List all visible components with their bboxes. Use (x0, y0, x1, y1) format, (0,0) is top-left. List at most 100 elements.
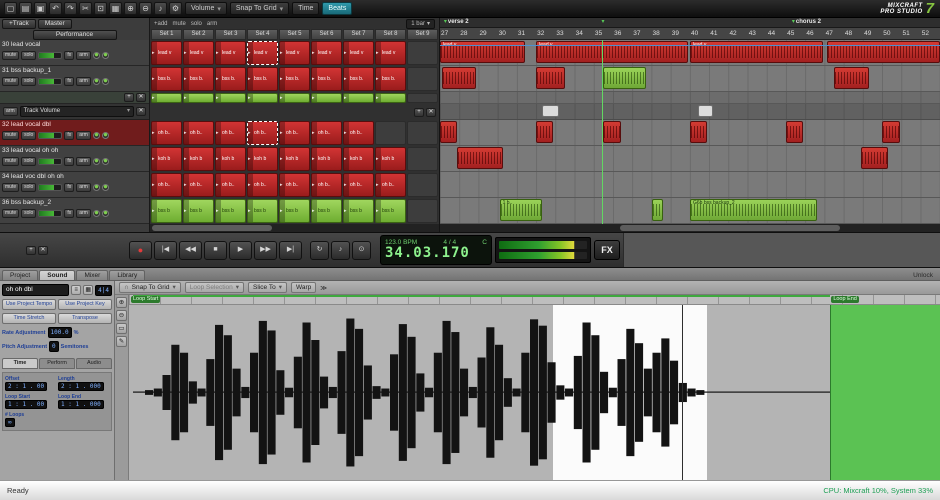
trim-knob[interactable] (102, 132, 109, 139)
metronome-button[interactable]: ♪ (331, 241, 350, 260)
grid-scrollbar[interactable] (150, 224, 439, 232)
grid-clip[interactable]: ▸ (247, 93, 278, 103)
grid-clip[interactable]: ▸ (279, 93, 310, 103)
arm-button[interactable]: arm (76, 77, 91, 86)
transpose-button[interactable]: Transpose (58, 313, 112, 324)
timeline-clip[interactable] (457, 147, 503, 169)
arm-button[interactable]: arm (76, 51, 91, 60)
timeline-clip[interactable] (882, 121, 899, 143)
grid-clip[interactable]: ▸oh b.. (311, 173, 342, 197)
play-button[interactable]: ▶ (229, 241, 252, 260)
timeline-clip[interactable] (652, 199, 664, 221)
mute-button[interactable]: mute (2, 77, 19, 86)
automation-param-dropdown[interactable]: Track Volume▾ (20, 106, 134, 117)
list-view-icon[interactable]: ≡ (71, 285, 81, 295)
volume-dropdown[interactable]: Volume▾ (185, 2, 227, 15)
close-lane-button[interactable]: ✕ (136, 93, 146, 102)
settings-icon[interactable]: ⚙ (169, 2, 182, 15)
stop-button[interactable]: ■ (204, 241, 227, 260)
more-tools-chevrons[interactable]: ≫ (320, 284, 327, 292)
fast-forward-button[interactable]: ▶▶ (254, 241, 277, 260)
bar-length-dropdown[interactable]: 1 bar▾ (406, 19, 435, 29)
grid-clip[interactable]: ▸ (183, 93, 214, 103)
set-column-header[interactable]: Set 9 (407, 29, 438, 40)
subtab-perform[interactable]: Perform (39, 358, 75, 369)
grid-clip[interactable]: ▸bss b (183, 199, 214, 223)
arm-button[interactable]: arm (76, 131, 91, 140)
mute-button[interactable]: mute (2, 183, 19, 192)
zoom-out-icon[interactable]: ⊖ (139, 2, 152, 15)
set-column-header[interactable]: Set 1 (151, 29, 182, 40)
solo-button[interactable]: solo (21, 157, 36, 166)
grid-clip[interactable]: ▸koh b (343, 147, 374, 171)
empty-clip-slot[interactable] (375, 121, 406, 145)
grid-clip[interactable]: ▸ (343, 93, 374, 103)
record-button[interactable]: ● (129, 241, 152, 260)
timeline-marker[interactable]: ▾ (602, 18, 605, 27)
tab-library[interactable]: Library (109, 270, 145, 280)
save-project-icon[interactable]: ▣ (34, 2, 47, 15)
field-loop-start-value[interactable]: 1 : 1 . 00 (5, 400, 47, 409)
empty-clip-slot[interactable] (407, 67, 438, 91)
empty-clip-slot[interactable] (407, 121, 438, 145)
track-header[interactable]: 31 bss backup_1 mute solo fx arm (0, 66, 149, 92)
zoom-in-icon[interactable]: ⊕ (124, 2, 137, 15)
timeline-clip[interactable]: G6b bss backup_2 (690, 199, 817, 221)
grid-clip[interactable]: ▸koh b (279, 147, 310, 171)
timeline-clip[interactable] (861, 147, 888, 169)
grid-clip[interactable]: ▸koh b (311, 147, 342, 171)
grid-clip[interactable]: ▸bss b (343, 199, 374, 223)
field-loops-value[interactable]: ∞ (5, 418, 15, 427)
timeline-clip[interactable] (442, 67, 477, 89)
grid-clip[interactable]: ▸lead v (215, 41, 246, 65)
editor-ruler[interactable]: Loop Start Loop End (129, 295, 940, 305)
select-tool-button[interactable]: ▭ (116, 323, 127, 334)
time-stretch-button[interactable]: Time Stretch (2, 313, 56, 324)
pan-knob[interactable] (93, 78, 100, 85)
tab-project[interactable]: Project (2, 270, 38, 280)
pan-knob[interactable] (93, 184, 100, 191)
volume-fader[interactable] (38, 210, 62, 217)
beats-mode-button[interactable]: Beats (322, 2, 352, 15)
empty-clip-slot[interactable] (407, 147, 438, 171)
grid-clip[interactable]: ▸bss b (311, 199, 342, 223)
grid-clip[interactable]: ▸koh b (183, 147, 214, 171)
timeline-clip[interactable]: 1 b.. (500, 199, 542, 221)
grid-clip[interactable]: ▸bss b. (343, 67, 374, 91)
grid-add-lane-button[interactable]: + (414, 108, 424, 117)
grid-clip[interactable]: ▸lead v (375, 41, 406, 65)
set-column-header[interactable]: Set 7 (343, 29, 374, 40)
field-loop-end-value[interactable]: 1 : 1 . 000 (58, 400, 104, 409)
timeline-clip[interactable] (690, 121, 707, 143)
grid-arm-button[interactable]: arm (207, 21, 217, 27)
grid-clip[interactable]: ▸oh b.. (279, 121, 310, 145)
grid-clip[interactable]: ▸oh b.. (151, 173, 182, 197)
go-to-end-button[interactable]: ▶| (279, 241, 302, 260)
solo-button[interactable]: solo (21, 183, 36, 192)
time-readout[interactable]: 34.03.170 (385, 246, 487, 261)
grid-clip[interactable]: ▸lead v (343, 41, 374, 65)
grid-clip[interactable]: ▸oh b.. (375, 173, 406, 197)
arm-button[interactable]: arm (76, 183, 91, 192)
pan-knob[interactable] (93, 132, 100, 139)
grid-clip[interactable]: ▸ (215, 93, 246, 103)
fx-button[interactable]: fx (64, 51, 74, 60)
subtab-audio[interactable]: Audio (76, 358, 112, 369)
solo-button[interactable]: solo (21, 77, 36, 86)
timeline-marker[interactable]: ▾verse 2 (444, 18, 469, 27)
loop-mode-button[interactable]: ↻ (310, 241, 329, 260)
timeline-clip[interactable] (536, 121, 553, 143)
trim-knob[interactable] (102, 184, 109, 191)
grid-clip[interactable]: ▸bss b (151, 199, 182, 223)
rewind-button[interactable]: ◀◀ (179, 241, 202, 260)
track-header[interactable]: 32 lead vocal dbl mute solo fx arm (0, 120, 149, 146)
set-column-header[interactable]: Set 8 (375, 29, 406, 40)
pan-knob[interactable] (93, 52, 100, 59)
solo-button[interactable]: solo (21, 51, 36, 60)
grid-clip[interactable]: ▸bss b (279, 199, 310, 223)
performance-panel-button[interactable]: Performance (33, 30, 117, 40)
volume-fader[interactable] (38, 184, 62, 191)
zoom-in-button[interactable]: ⊕ (116, 297, 127, 308)
rate-adjustment-value[interactable]: 100.0 (48, 327, 72, 338)
redo-icon[interactable]: ↷ (64, 2, 77, 15)
